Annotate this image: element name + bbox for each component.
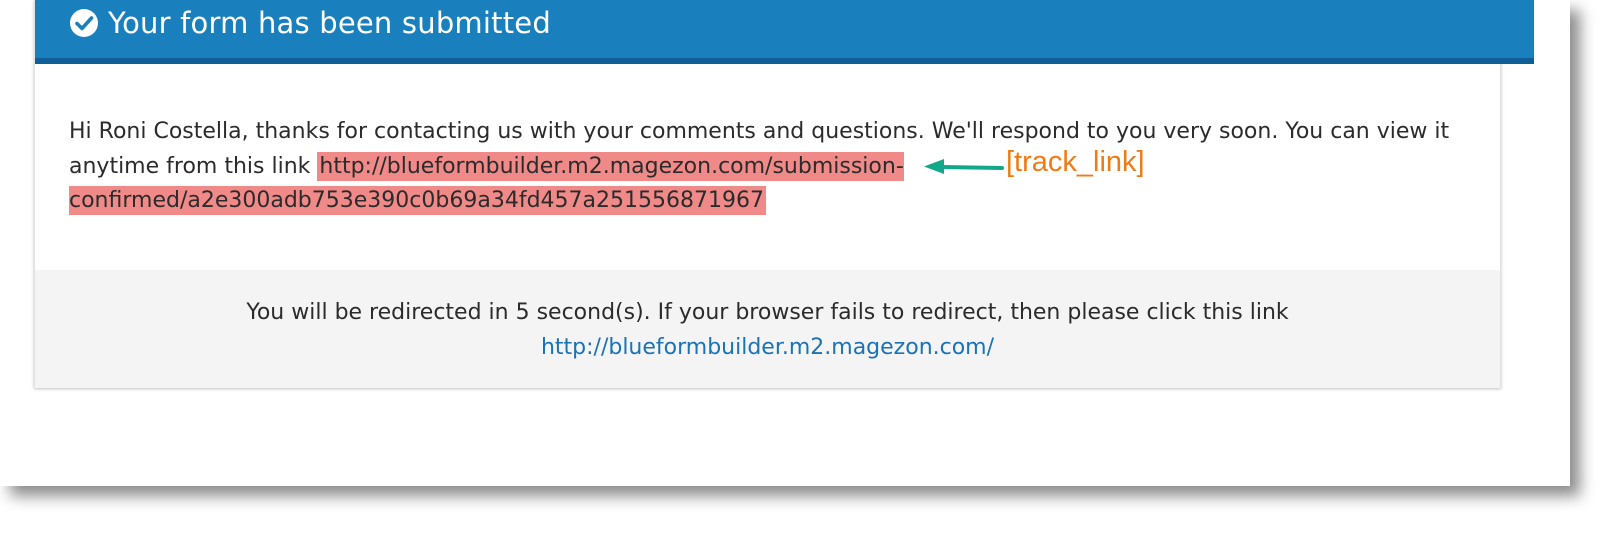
screenshot-canvas: Your form has been submitted Hi Roni Cos… [0,0,1608,534]
page-title: Your form has been submitted [108,6,551,40]
redirect-link[interactable]: http://blueformbuilder.m2.magezon.com/ [541,335,994,360]
redirect-notice: You will be redirected in 5 second(s). I… [35,270,1500,388]
panel-header: Your form has been submitted [35,0,1534,64]
page-card: Your form has been submitted Hi Roni Cos… [0,0,1570,486]
left-arrow-icon [924,159,1004,174]
submission-panel: Your form has been submitted Hi Roni Cos… [34,0,1534,388]
check-circle-icon [69,8,99,38]
redirect-text: You will be redirected in 5 second(s). I… [246,300,1289,325]
annotation-label: [track_link] [1006,146,1145,178]
confirmation-message: Hi Roni Costella, thanks for contacting … [69,115,1464,219]
